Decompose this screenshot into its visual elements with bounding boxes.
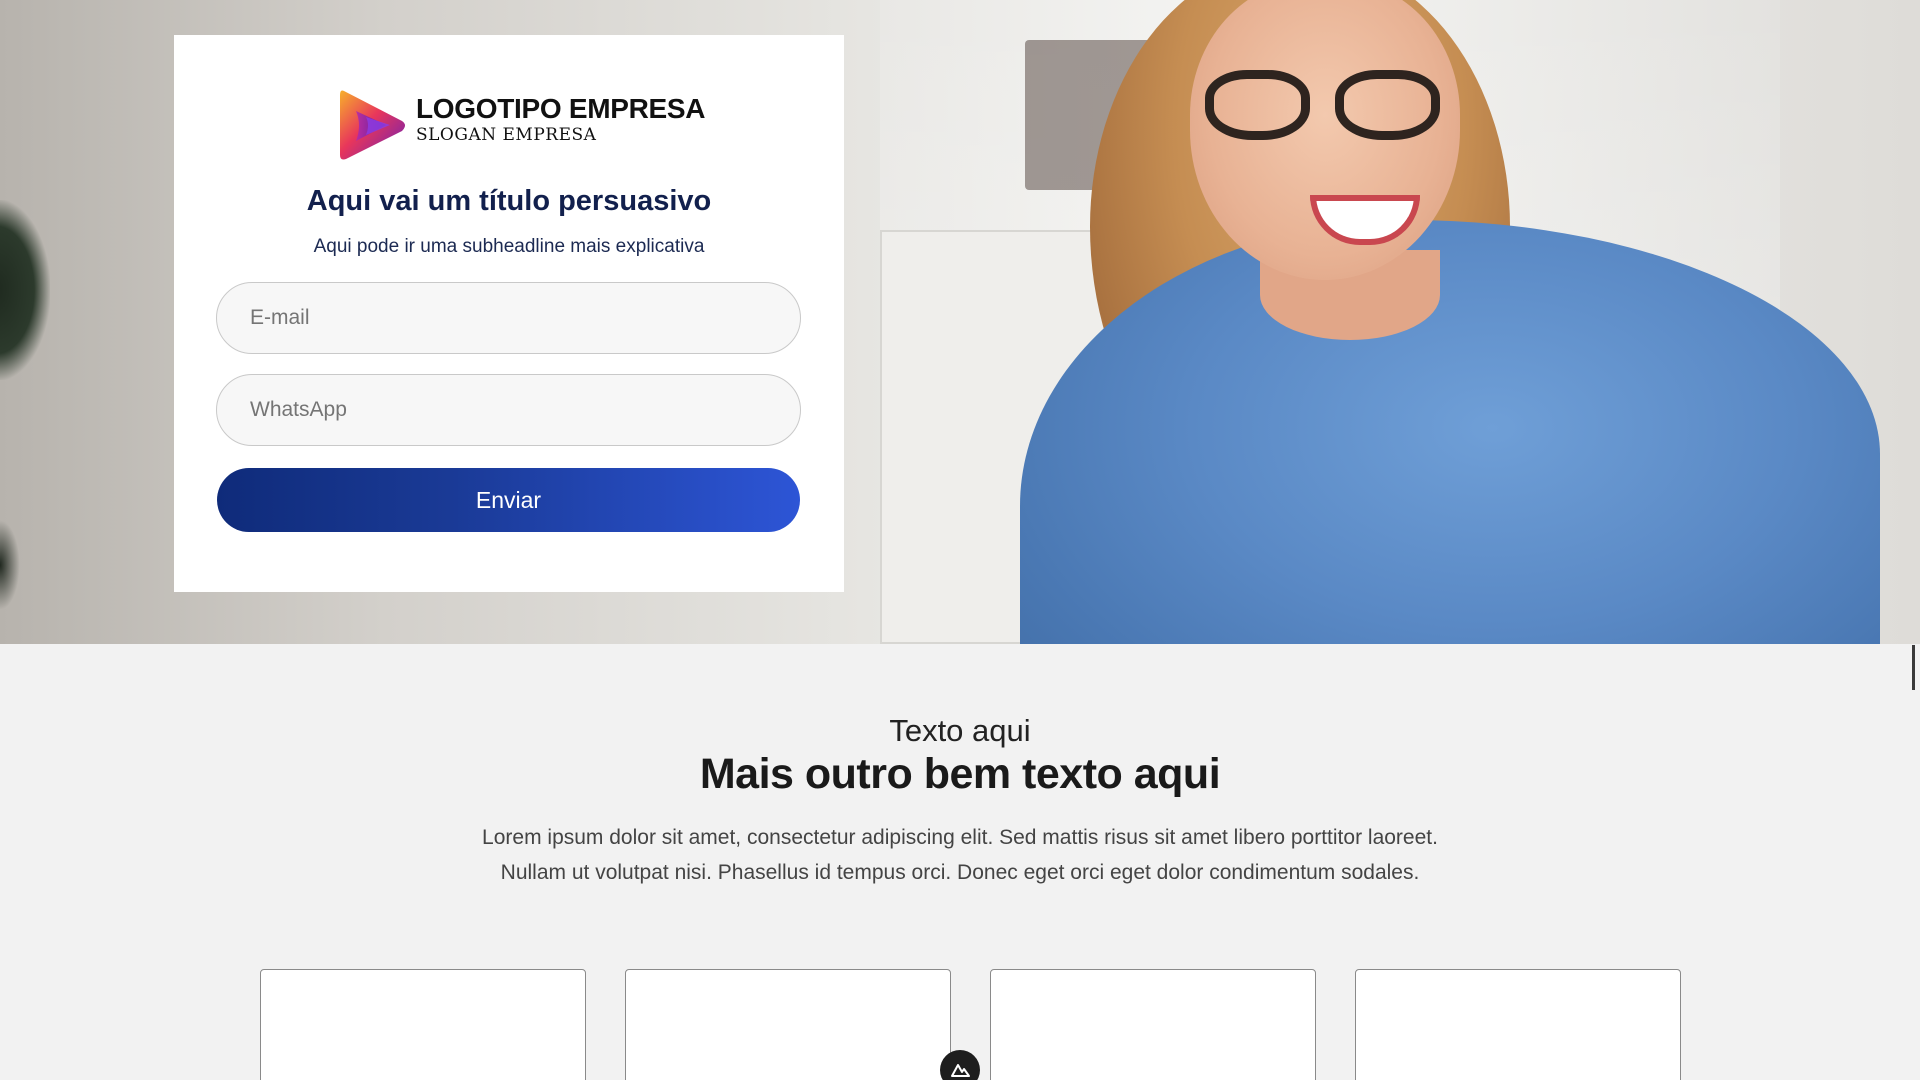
whatsapp-field[interactable] xyxy=(216,374,801,446)
play-triangle-logo-icon xyxy=(340,90,405,160)
section-body: Lorem ipsum dolor sit amet, consectetur … xyxy=(482,826,1438,884)
hero-photo-woman xyxy=(960,0,1920,644)
form-headline: Aqui vai um título persuasivo xyxy=(306,185,712,217)
logo-slogan: SLOGAN EMPRESA xyxy=(416,125,597,145)
submit-button[interactable]: Enviar xyxy=(217,468,800,532)
plant-decoration xyxy=(0,200,50,380)
feature-card xyxy=(1355,969,1681,1080)
scrollbar-thumb[interactable] xyxy=(1912,645,1915,690)
feature-card xyxy=(260,969,586,1080)
form-subheadline: Aqui pode ir uma subheadline mais explic… xyxy=(313,236,705,257)
section-title: Mais outro bem texto aqui xyxy=(699,750,1221,798)
section-kicker: Texto aqui xyxy=(889,713,1031,748)
hero-banner: LOGOTIPO EMPRESA SLOGAN EMPRESA Aqui vai… xyxy=(0,0,1920,644)
feature-card xyxy=(990,969,1316,1080)
company-logo: LOGOTIPO EMPRESA SLOGAN EMPRESA xyxy=(338,87,706,163)
plant-decoration xyxy=(0,520,20,610)
feature-card xyxy=(625,969,951,1080)
editor-badge-icon[interactable] xyxy=(940,1050,980,1080)
lead-form-card: LOGOTIPO EMPRESA SLOGAN EMPRESA Aqui vai… xyxy=(174,35,844,592)
email-field[interactable] xyxy=(216,282,801,354)
logo-title: LOGOTIPO EMPRESA xyxy=(416,93,706,124)
